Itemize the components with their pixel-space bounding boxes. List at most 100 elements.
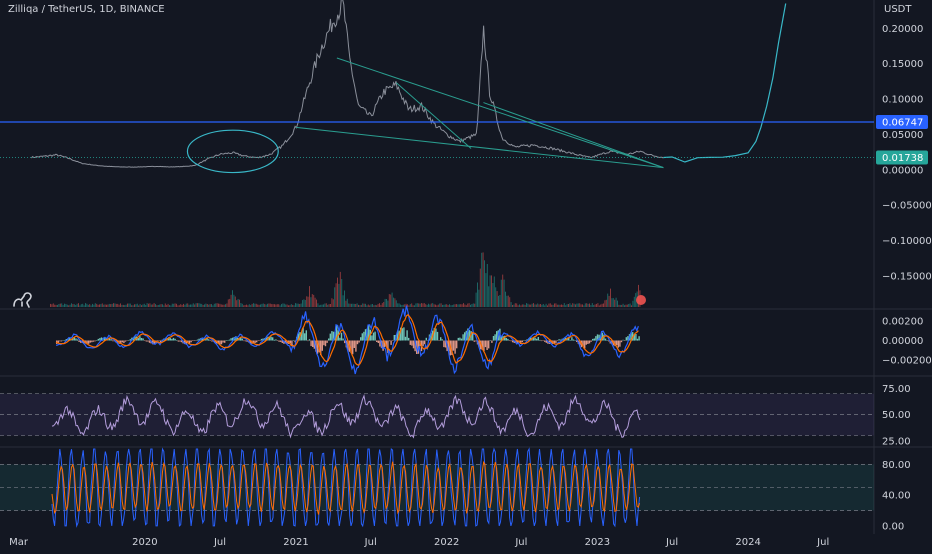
macd-histogram-bar [377, 340, 379, 343]
volume-bar [450, 305, 452, 307]
stochastic-panel[interactable] [0, 447, 874, 528]
macd-histogram-bar [409, 340, 411, 345]
volume-bar [554, 303, 555, 307]
volume-bar [520, 305, 522, 307]
volume-bar [537, 303, 539, 307]
volume-bar [544, 305, 546, 307]
macd-histogram-bar [176, 340, 178, 341]
volume-bar [125, 304, 127, 307]
time-axis[interactable]: Mar 2020 Jul 2021 Jul 2022 Jul 2023 Jul 2024 Jul [9, 537, 829, 548]
volume-bar [93, 304, 95, 307]
volume-bar [548, 303, 550, 307]
volume-bar [167, 303, 169, 307]
volume-bar [124, 305, 126, 307]
volume-bar [484, 260, 485, 307]
volume-bar [51, 304, 53, 307]
volume-bar [152, 304, 154, 307]
price-axis[interactable]: 0.20000 0.15000 0.10000 0.05000 0.00000 −0.05… [876, 24, 932, 533]
volume-bar [512, 305, 513, 307]
time-tick-label: Jul [816, 537, 829, 548]
volume-bar [218, 303, 219, 307]
macd-histogram-bar [536, 338, 538, 341]
volume-bar [222, 304, 224, 307]
volume-bar [456, 304, 457, 307]
volume-bar [211, 304, 212, 307]
volume-bar [272, 304, 274, 307]
macd-histogram-bar [521, 340, 523, 342]
macd-histogram-bar [292, 340, 295, 341]
macd-histogram-bar [544, 340, 546, 342]
volume-bar [506, 295, 508, 307]
chart-root: 0.20000 0.15000 0.10000 0.05000 0.00000 −0.05… [0, 0, 932, 550]
volume-bar [209, 304, 211, 307]
event-marker [636, 295, 646, 305]
volume-bar [402, 304, 404, 307]
volume-bar [285, 304, 287, 307]
volume-bar [262, 303, 264, 307]
rsi-panel[interactable] [0, 393, 874, 439]
volume-bar [534, 304, 536, 307]
macd-histogram-bar [244, 340, 247, 342]
macd-histogram-bar [374, 331, 376, 341]
macd-histogram-bar [193, 340, 195, 341]
volume-bar [356, 303, 358, 307]
macd-histogram-bar [353, 340, 355, 348]
macd-histogram-bar [304, 333, 306, 341]
volume-bar [149, 303, 151, 307]
volume-bar [106, 304, 107, 307]
macd-histogram-bar [94, 340, 96, 342]
volume-bar [206, 304, 208, 307]
volume-bar [612, 298, 614, 307]
volume-bar [359, 305, 361, 307]
volume-bar [176, 303, 177, 307]
volume-bar [341, 279, 343, 307]
macd-histogram-bar [64, 340, 66, 341]
macd-histogram-bar [624, 340, 626, 341]
volume-bar [314, 297, 316, 307]
volume-bar [496, 291, 498, 307]
macd-histogram-bar [76, 339, 79, 341]
macd-panel[interactable] [55, 305, 640, 375]
volume-bar [241, 303, 243, 307]
volume-bar [352, 303, 354, 307]
volume-bar [401, 305, 403, 307]
macd-histogram-bar [270, 336, 272, 341]
volume-bar [608, 295, 610, 307]
price-panel[interactable] [0, 0, 874, 174]
volume-bar [233, 294, 235, 307]
macd-histogram-bar [636, 338, 639, 341]
volume-bar [432, 303, 434, 307]
macd-histogram-bar [139, 336, 141, 341]
volume-bar [324, 303, 326, 307]
volume-bar [195, 303, 197, 307]
price-tick-label: 0.00000 [882, 165, 923, 176]
macd-histogram-bar [171, 338, 173, 341]
volume-bar [321, 304, 323, 307]
volume-bar [362, 303, 364, 307]
volume-bar [250, 305, 252, 307]
volume-bar [558, 304, 560, 307]
macd-histogram-bar [340, 332, 343, 341]
macd-tick-label: 0.00000 [882, 336, 923, 347]
volume-bar [510, 302, 512, 307]
macd-histogram-bar [571, 337, 573, 341]
volume-bar [416, 303, 418, 307]
volume-bar [422, 303, 424, 307]
volume-bar [311, 294, 313, 307]
macd-histogram-bar [489, 340, 491, 341]
time-tick-label: Jul [514, 537, 527, 548]
volume-bar [514, 303, 516, 307]
macd-histogram-bar [211, 340, 213, 342]
volume-bar [486, 264, 488, 307]
volume-bar [246, 304, 247, 307]
volume-bar [387, 300, 389, 307]
volume-bar [430, 303, 432, 307]
chart-canvas[interactable]: 0.20000 0.15000 0.10000 0.05000 0.00000 −0.05… [0, 0, 932, 550]
macd-histogram-bar [441, 339, 443, 341]
volume-bar [335, 283, 337, 307]
volume-bar [229, 298, 231, 307]
volume-bar [283, 303, 285, 307]
volume-bar [69, 304, 71, 307]
macd-histogram-bar [121, 340, 123, 343]
volume-bar [555, 303, 557, 307]
